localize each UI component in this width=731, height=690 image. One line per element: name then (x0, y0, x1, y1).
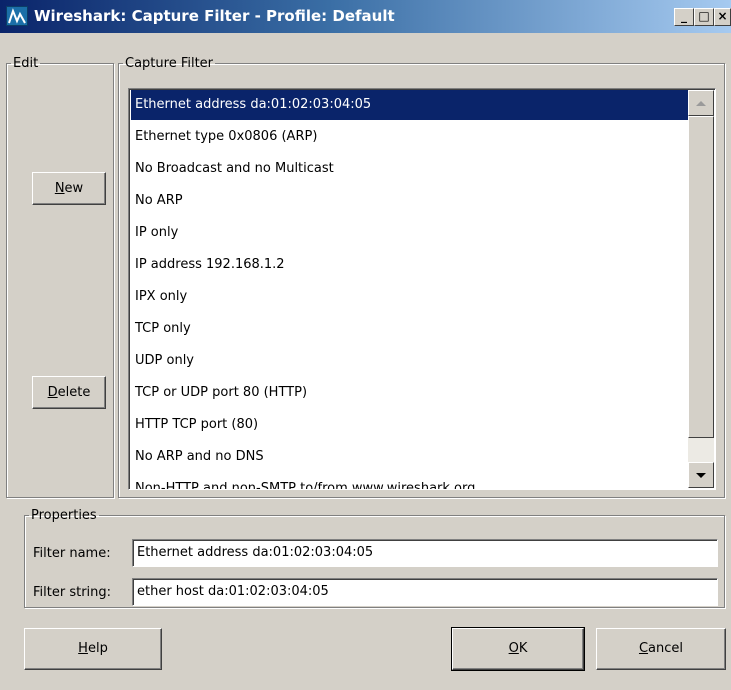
filter-list-item[interactable]: UDP only (131, 346, 691, 376)
scroll-thumb[interactable] (688, 116, 714, 438)
filter-name-label: Filter name: (33, 546, 111, 561)
cancel-button-accel: C (638, 641, 649, 656)
scroll-down-button[interactable] (688, 462, 714, 488)
help-button[interactable]: Help (24, 628, 162, 670)
capture-filter-dialog: Wireshark: Capture Filter - Profile: Def… (0, 0, 731, 690)
title-bar[interactable]: Wireshark: Capture Filter - Profile: Def… (0, 0, 731, 33)
scroll-up-button[interactable] (688, 90, 714, 116)
ok-button[interactable]: OK (451, 627, 585, 671)
delete-button-accel: D (47, 385, 58, 400)
capture-filter-legend: Capture Filter (125, 56, 214, 71)
filter-list-item[interactable]: HTTP TCP port (80) (131, 410, 691, 440)
filter-string-label: Filter string: (33, 585, 112, 600)
window-title: Wireshark: Capture Filter - Profile: Def… (34, 7, 395, 25)
edit-group: Edit (6, 56, 114, 498)
help-button-label: elp (87, 641, 108, 656)
filter-list-item[interactable]: IP address 192.168.1.2 (131, 250, 691, 280)
minimize-button[interactable]: _ (674, 8, 694, 26)
filter-list-item[interactable]: TCP or UDP port 80 (HTTP) (131, 378, 691, 408)
new-button-label: ew (64, 181, 84, 196)
filter-list-item[interactable]: Ethernet type 0x0806 (ARP) (131, 122, 691, 152)
filter-list-item[interactable]: No Broadcast and no Multicast (131, 154, 691, 184)
ok-button-label: K (518, 641, 528, 656)
close-icon: × (717, 9, 728, 23)
properties-legend: Properties (31, 508, 97, 523)
filter-list-item[interactable]: Ethernet address da:01:02:03:04:05 (131, 90, 691, 120)
new-button-accel: N (54, 181, 65, 196)
filter-list[interactable]: Ethernet address da:01:02:03:04:05 Ethern… (128, 88, 716, 490)
minimize-icon: _ (681, 9, 687, 23)
cancel-button[interactable]: Cancel (596, 628, 726, 670)
wireshark-fin-icon (6, 6, 28, 26)
filter-list-item[interactable]: IPX only (131, 282, 691, 312)
close-button[interactable]: × (714, 8, 731, 26)
vertical-scrollbar[interactable] (688, 90, 714, 488)
filter-list-item[interactable]: No ARP (131, 186, 691, 216)
filter-list-item[interactable]: IP only (131, 218, 691, 248)
arrow-up-icon (696, 101, 706, 106)
arrow-down-icon (696, 473, 706, 478)
edit-group-legend: Edit (13, 56, 39, 71)
maximize-icon: □ (698, 9, 710, 23)
cancel-button-label: ancel (648, 641, 684, 656)
filter-name-input[interactable]: Ethernet address da:01:02:03:04:05 (132, 539, 718, 567)
delete-button[interactable]: Delete (32, 376, 106, 409)
filter-list-item[interactable]: No ARP and no DNS (131, 442, 691, 472)
new-button[interactable]: New (32, 172, 106, 205)
filter-list-item[interactable]: Non-HTTP and non-SMTP to/from www.wiresh… (131, 474, 691, 489)
ok-button-accel: O (508, 641, 519, 656)
filter-list-item[interactable]: TCP only (131, 314, 691, 344)
help-button-accel: H (78, 641, 88, 656)
delete-button-label: elete (57, 385, 91, 400)
maximize-button[interactable]: □ (694, 8, 714, 26)
filter-string-input[interactable]: ether host da:01:02:03:04:05 (132, 578, 718, 606)
